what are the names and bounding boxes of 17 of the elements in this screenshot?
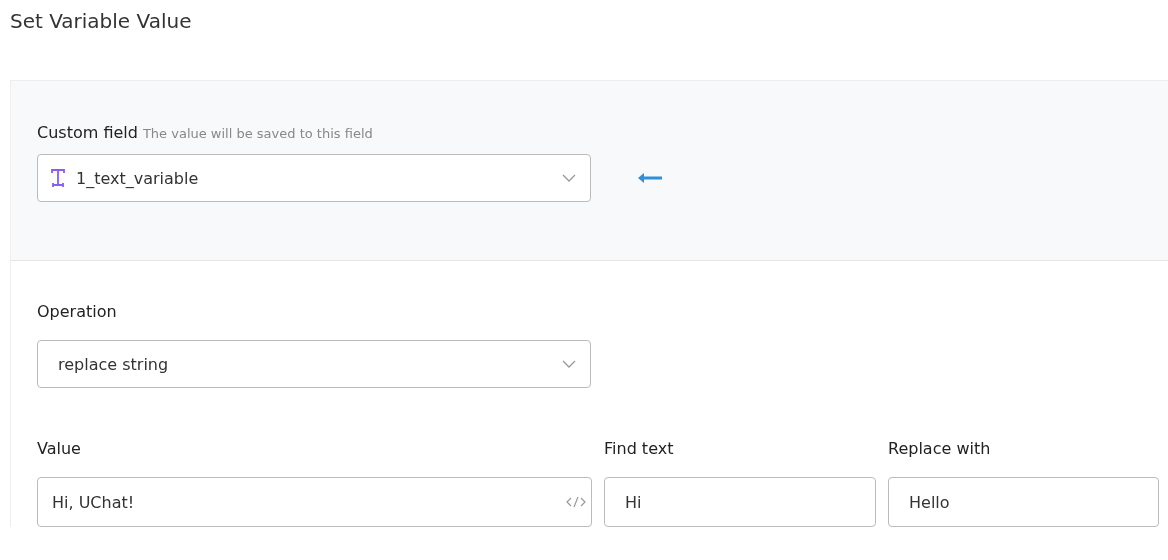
- field-label: Value: [37, 439, 82, 458]
- text-field[interactable]: Hi, UChat!: [37, 477, 592, 527]
- field-label: Find text: [604, 439, 675, 458]
- field-label: Replace with: [888, 439, 992, 458]
- field-hint: The value will be saved to this field: [142, 126, 373, 141]
- text-field[interactable]: Hi: [604, 477, 876, 527]
- text-type-icon: [50, 169, 66, 187]
- chevron-down-icon: [562, 360, 576, 368]
- text-field[interactable]: Hello: [888, 477, 1159, 527]
- custom-field-dropdown[interactable]: 1_text_variable: [37, 154, 591, 202]
- operation-dropdown[interactable]: replace string: [37, 340, 591, 388]
- chevron-down-icon: [562, 174, 576, 182]
- arrow-left-icon: [638, 173, 662, 183]
- field-label: Operation: [37, 302, 118, 321]
- field-label: Custom field: [37, 123, 138, 142]
- page-title: Set Variable Value: [9, 8, 193, 35]
- code-icon[interactable]: [566, 496, 586, 508]
